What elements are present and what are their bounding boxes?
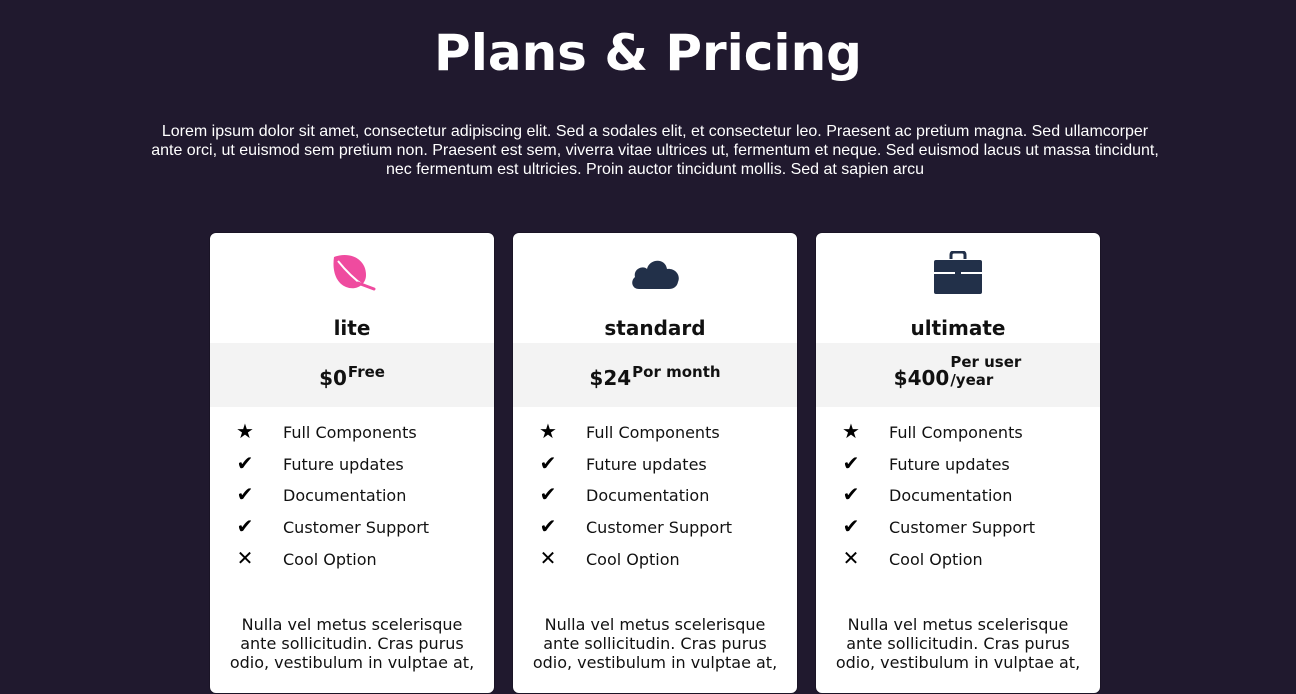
feature-list: ★ Full Components ✔ Future updates ✔ Doc… xyxy=(513,419,797,577)
feature-list: ★ Full Components ✔ Future updates ✔ Doc… xyxy=(210,419,494,577)
leaf-icon xyxy=(210,251,494,295)
plan-description: Nulla vel metus scelerisque ante sollici… xyxy=(532,615,778,672)
star-icon: ★ xyxy=(539,419,557,443)
cloud-icon xyxy=(513,251,797,295)
check-icon: ✔ xyxy=(236,514,254,539)
check-icon: ✔ xyxy=(842,482,860,507)
page-title: Plans & Pricing xyxy=(434,24,862,82)
price-amount: $0 xyxy=(319,366,347,390)
feature-label: Customer Support xyxy=(889,518,1036,538)
check-icon: ✔ xyxy=(236,482,254,507)
feature-label: Cool Option xyxy=(889,549,983,569)
check-icon: ✔ xyxy=(842,450,860,475)
feature-label: Cool Option xyxy=(586,549,680,569)
price-period: Por month xyxy=(632,363,721,381)
plan-description: Nulla vel metus scelerisque ante sollici… xyxy=(229,615,475,672)
feature-item: ✔ Future updates xyxy=(210,451,494,483)
price-period: Free xyxy=(347,363,385,381)
check-icon: ✔ xyxy=(842,514,860,539)
price-period: Per user /year xyxy=(950,353,1022,389)
feature-item: ★ Full Components xyxy=(513,419,797,451)
check-icon: ✔ xyxy=(539,450,557,475)
feature-item: ★ Full Components xyxy=(816,419,1100,451)
plan-card-lite: lite $0 Free ★ Full Components ✔ Future … xyxy=(209,232,495,694)
feature-item: ✔ Customer Support xyxy=(513,514,797,546)
briefcase-icon xyxy=(816,251,1100,295)
star-icon: ★ xyxy=(236,419,254,443)
feature-list: ★ Full Components ✔ Future updates ✔ Doc… xyxy=(816,419,1100,577)
feature-label: Documentation xyxy=(283,486,407,506)
intro-text: Lorem ipsum dolor sit amet, consectetur … xyxy=(151,123,1159,178)
feature-label: Future updates xyxy=(283,454,404,474)
cross-icon: ✕ xyxy=(539,545,557,570)
plan-name: ultimate xyxy=(910,316,1006,340)
feature-label: Customer Support xyxy=(586,518,733,538)
feature-item: ✔ Documentation xyxy=(816,482,1100,514)
price-band: $400 Per user /year xyxy=(816,343,1100,407)
feature-item: ✔ Documentation xyxy=(210,482,494,514)
feature-label: Future updates xyxy=(889,454,1010,474)
plan-name: lite xyxy=(333,316,371,340)
feature-item: ✔ Documentation xyxy=(513,482,797,514)
feature-label: Cool Option xyxy=(283,549,377,569)
check-icon: ✔ xyxy=(236,450,254,475)
plan-card-standard: standard $24 Por month ★ Full Components… xyxy=(512,232,798,694)
feature-item: ★ Full Components xyxy=(210,419,494,451)
feature-item: ✕ Cool Option xyxy=(816,546,1100,578)
price-amount: $24 xyxy=(589,366,632,390)
cross-icon: ✕ xyxy=(236,545,254,570)
plan-card-ultimate: ultimate $400 Per user /year ★ Full Comp… xyxy=(815,232,1101,694)
price-amount: $400 xyxy=(893,366,950,390)
check-icon: ✔ xyxy=(539,514,557,539)
feature-label: Documentation xyxy=(586,486,710,506)
feature-item: ✔ Customer Support xyxy=(816,514,1100,546)
feature-label: Full Components xyxy=(889,423,1023,442)
feature-label: Future updates xyxy=(586,454,707,474)
feature-label: Customer Support xyxy=(283,518,430,538)
feature-item: ✕ Cool Option xyxy=(513,546,797,578)
plan-description: Nulla vel metus scelerisque ante sollici… xyxy=(835,615,1081,672)
feature-item: ✕ Cool Option xyxy=(210,546,494,578)
cross-icon: ✕ xyxy=(842,545,860,570)
feature-item: ✔ Customer Support xyxy=(210,514,494,546)
price-band: $24 Por month xyxy=(513,343,797,407)
feature-label: Full Components xyxy=(283,423,417,442)
price-band: $0 Free xyxy=(210,343,494,407)
feature-item: ✔ Future updates xyxy=(816,451,1100,483)
feature-label: Full Components xyxy=(586,423,720,442)
plan-name: standard xyxy=(604,316,706,340)
feature-item: ✔ Future updates xyxy=(513,451,797,483)
star-icon: ★ xyxy=(842,419,860,443)
check-icon: ✔ xyxy=(539,482,557,507)
feature-label: Documentation xyxy=(889,486,1013,506)
